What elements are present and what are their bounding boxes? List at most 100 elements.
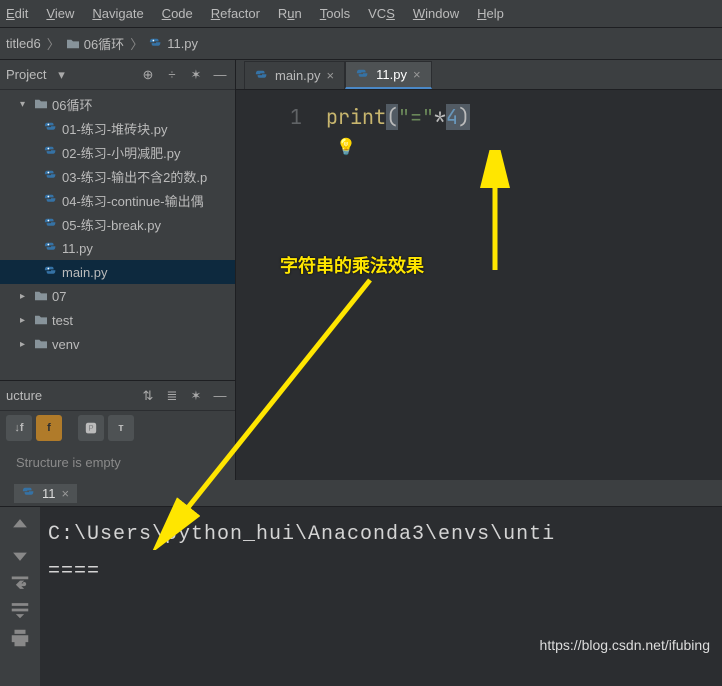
tab-label: 11.py	[376, 67, 407, 82]
menu-window[interactable]: Window	[413, 6, 459, 21]
dropdown-icon[interactable]: ▾	[52, 66, 70, 84]
folder-icon	[34, 314, 48, 326]
tree-file[interactable]: 11.py	[0, 236, 235, 260]
menu-run[interactable]: Run	[278, 6, 302, 21]
menu-refactor[interactable]: Refactor	[211, 6, 260, 21]
run-panel: C:\Users\python_hui\Anaconda3\envs\unti …	[0, 506, 722, 686]
arrow-up-icon[interactable]	[9, 515, 31, 537]
hide-icon[interactable]: —	[211, 387, 229, 405]
tree-file-label: 01-练习-堆砖块.py	[62, 119, 167, 138]
tree-folder-root[interactable]: ▾ 06循环	[0, 92, 235, 116]
chevron-right-icon: 〉	[130, 34, 143, 53]
close-icon[interactable]: ×	[62, 486, 70, 501]
tree-file-label: 05-练习-break.py	[62, 215, 161, 234]
python-file-icon	[22, 486, 36, 500]
python-file-icon	[149, 37, 163, 51]
tab-11-py[interactable]: 11.py ×	[345, 61, 431, 89]
tree-file[interactable]: main.py	[0, 260, 235, 284]
expand-arrow-icon: ▸	[20, 291, 30, 302]
tree-file[interactable]: 04-练习-continue-输出偶	[0, 188, 235, 212]
expand-icon[interactable]: ÷	[163, 66, 181, 84]
folder-icon	[34, 98, 48, 110]
menu-navigate[interactable]: Navigate	[92, 6, 143, 21]
python-file-icon	[255, 69, 269, 83]
structure-toolbar: ↓f f 🅿 ᴛ	[0, 411, 235, 445]
tree-file[interactable]: 03-练习-输出不含2的数.p	[0, 164, 235, 188]
expand-arrow-icon: ▸	[20, 339, 30, 350]
crumb-folder[interactable]: 06循环	[66, 34, 124, 53]
tab-main-py[interactable]: main.py ×	[244, 61, 345, 89]
code-editor[interactable]: 1 print("="*4) 💡	[236, 90, 722, 480]
crumb-project[interactable]: titled6	[6, 36, 41, 51]
structure-title: ucture	[6, 388, 42, 403]
sort-icon[interactable]: ⇅	[139, 387, 157, 405]
menu-help[interactable]: Help	[477, 6, 504, 21]
tree-file[interactable]: 02-练习-小明减肥.py	[0, 140, 235, 164]
editor-tabs: main.py × 11.py ×	[236, 60, 722, 90]
structure-btn-1[interactable]: ↓f	[6, 415, 32, 441]
code-line: print("="*4)	[326, 104, 470, 130]
folder-icon	[34, 290, 48, 302]
tree-file-label: 02-练习-小明减肥.py	[62, 143, 180, 162]
tree-folder[interactable]: ▸ venv	[0, 332, 235, 356]
project-sidebar: Project ▾ ⊕ ÷ ✶ — ▾ 06循环 01-练习-堆砖块.py 02-…	[0, 60, 236, 480]
lightbulb-icon[interactable]: 💡	[336, 136, 356, 157]
close-icon[interactable]: ×	[413, 67, 421, 82]
menu-bar: Edit View Navigate Code Refactor Run Too…	[0, 0, 722, 28]
menu-vcs[interactable]: VCS	[368, 6, 395, 21]
tree-file-label: 11.py	[62, 241, 93, 256]
token-string: "="	[398, 104, 434, 130]
gear-icon[interactable]: ✶	[187, 387, 205, 405]
folder-icon	[66, 38, 80, 50]
python-file-icon	[44, 193, 58, 207]
menu-view[interactable]: View	[46, 6, 74, 21]
tree-folder[interactable]: ▸07	[0, 284, 235, 308]
soft-wrap-icon[interactable]	[9, 571, 31, 593]
menu-edit[interactable]: Edit	[6, 6, 28, 21]
annotation-text: 字符串的乘法效果	[280, 252, 424, 278]
chevron-right-icon: 〉	[47, 34, 60, 53]
python-file-icon	[44, 217, 58, 231]
tab-label: main.py	[275, 68, 321, 83]
expand-all-icon[interactable]: ≣	[163, 387, 181, 405]
run-tab-label: 11	[42, 486, 56, 501]
run-toolbar	[0, 507, 40, 686]
tree-folder-label: 06循环	[52, 95, 92, 114]
console-output[interactable]: C:\Users\python_hui\Anaconda3\envs\unti …	[40, 507, 722, 686]
watermark: https://blog.csdn.net/ifubing	[540, 637, 710, 653]
structure-header: ucture ⇅ ≣ ✶ —	[0, 381, 235, 411]
breadcrumb: titled6 〉 06循环 〉 11.py	[0, 28, 722, 60]
structure-panel: ucture ⇅ ≣ ✶ — ↓f f 🅿 ᴛ Structure is emp…	[0, 380, 235, 480]
menu-code[interactable]: Code	[162, 6, 193, 21]
project-title: Project	[6, 67, 46, 82]
token-op: *	[434, 104, 446, 130]
token-rpar: )	[458, 104, 470, 130]
tree-file[interactable]: 01-练习-堆砖块.py	[0, 116, 235, 140]
python-file-icon	[44, 121, 58, 135]
scroll-end-icon[interactable]	[9, 599, 31, 621]
crumb-file[interactable]: 11.py	[149, 36, 198, 51]
tree-folder[interactable]: ▸ test	[0, 308, 235, 332]
python-file-icon	[44, 241, 58, 255]
expand-arrow-icon: ▾	[20, 99, 30, 110]
menu-tools[interactable]: Tools	[320, 6, 350, 21]
locate-icon[interactable]: ⊕	[139, 66, 157, 84]
structure-btn-4[interactable]: ᴛ	[108, 415, 134, 441]
python-file-icon	[44, 265, 58, 279]
crumb-folder-label: 06循环	[84, 34, 124, 53]
print-icon[interactable]	[9, 627, 31, 649]
python-file-icon	[356, 68, 370, 82]
tree-folder-label: venv	[52, 337, 79, 352]
project-header: Project ▾ ⊕ ÷ ✶ —	[0, 60, 235, 90]
expand-arrow-icon: ▸	[20, 315, 30, 326]
arrow-down-icon[interactable]	[9, 543, 31, 565]
run-tab[interactable]: 11 ×	[14, 484, 77, 503]
gear-icon[interactable]: ✶	[187, 66, 205, 84]
structure-btn-3[interactable]: 🅿	[78, 415, 104, 441]
tree-file[interactable]: 05-练习-break.py	[0, 212, 235, 236]
tree-folder-label: test	[52, 313, 73, 328]
close-icon[interactable]: ×	[327, 68, 335, 83]
structure-btn-2[interactable]: f	[36, 415, 62, 441]
hide-icon[interactable]: —	[211, 66, 229, 84]
crumb-file-label: 11.py	[167, 36, 198, 51]
